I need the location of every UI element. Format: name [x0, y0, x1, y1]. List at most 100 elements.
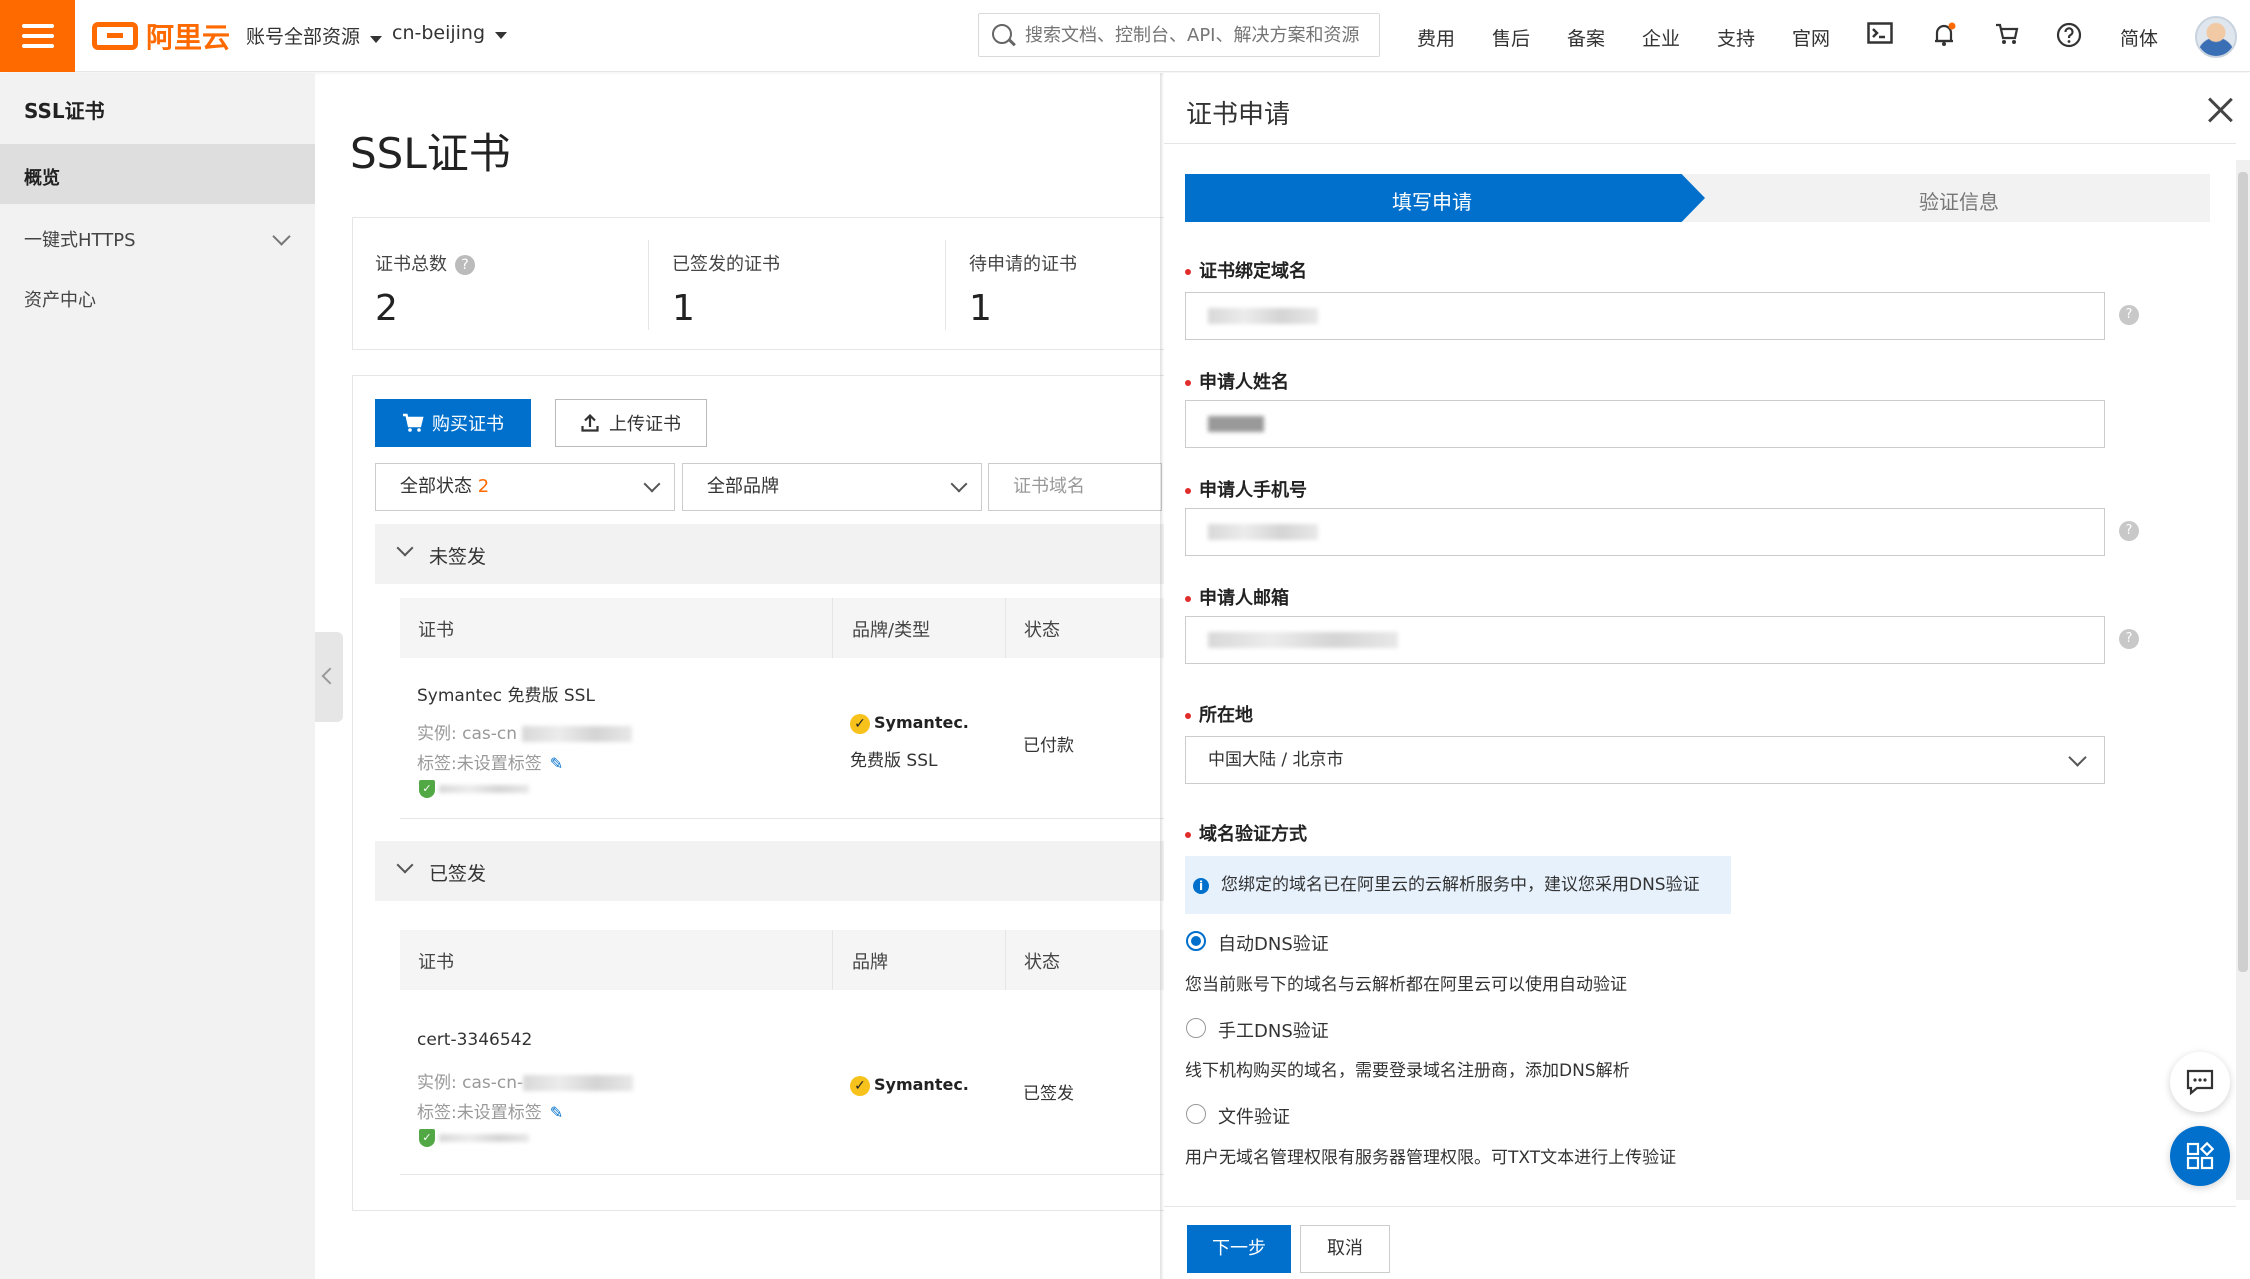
radio-label[interactable]: 手工DNS验证	[1218, 1017, 1329, 1043]
field-label: 域名验证方式	[1185, 820, 1307, 846]
chevron-down-icon	[2068, 748, 2087, 767]
divider	[400, 1174, 1180, 1175]
stat-issued: 已签发的证书 1	[672, 250, 780, 329]
field-label: 申请人姓名	[1185, 368, 1289, 394]
column-header: 品牌/类型	[852, 620, 931, 641]
brand-type: 免费版 SSL	[850, 751, 938, 771]
status-filter-select[interactable]: 全部状态 2	[375, 463, 675, 511]
edit-pencil-icon[interactable]: ✎	[550, 754, 563, 773]
radio-auto-dns[interactable]	[1186, 931, 1206, 951]
group-unissued-header[interactable]: 未签发	[375, 524, 1175, 584]
cancel-button[interactable]: 取消	[1300, 1225, 1390, 1273]
check-badge-icon: ✓	[850, 1076, 870, 1096]
nav-support[interactable]: 支持	[1717, 24, 1755, 51]
terminal-icon[interactable]	[1866, 22, 1894, 50]
nav-icp[interactable]: 备案	[1567, 24, 1605, 51]
divider	[832, 930, 833, 990]
cart-icon[interactable]	[1993, 22, 2021, 50]
question-icon[interactable]: ?	[2119, 305, 2139, 325]
group-issued-header[interactable]: 已签发	[375, 841, 1175, 901]
instance-label: 实例: cas-cn	[417, 724, 518, 744]
question-icon[interactable]: ?	[455, 255, 475, 275]
radio-manual-dns[interactable]	[1186, 1018, 1206, 1038]
sidebar-title: SSL证书	[24, 99, 105, 123]
cart-icon	[403, 413, 424, 432]
radio-label[interactable]: 自动DNS验证	[1218, 930, 1329, 956]
upload-certificate-button[interactable]: 上传证书	[555, 399, 707, 447]
chat-icon[interactable]	[2170, 1052, 2230, 1112]
applicant-phone-input[interactable]	[1185, 508, 2105, 556]
field-label: 证书绑定域名	[1185, 257, 1307, 283]
column-header: 状态	[1024, 952, 1060, 973]
chevron-down-icon	[643, 475, 661, 493]
group-title: 已签发	[429, 863, 487, 885]
aliyun-logo[interactable]: 阿里云	[92, 18, 230, 54]
help-icon[interactable]	[2055, 22, 2083, 50]
dns-tip-alert: 您绑定的域名已在阿里云的云解析服务中，建议您采用DNS验证	[1185, 856, 1731, 914]
stats-panel	[352, 217, 1252, 350]
nav-after-sales[interactable]: 售后	[1492, 24, 1530, 51]
group-title: 未签发	[429, 546, 487, 568]
tags-label: 标签:未设置标签	[417, 1103, 542, 1123]
chevron-down-icon	[396, 539, 414, 557]
cert-tags: 标签:未设置标签 ✎	[417, 749, 563, 774]
close-icon[interactable]	[2206, 96, 2234, 124]
radio-file-verify[interactable]	[1186, 1104, 1206, 1124]
stat-value: 1	[969, 288, 992, 329]
applicant-email-input[interactable]	[1185, 616, 2105, 664]
domain-status: ✓	[419, 780, 530, 798]
language-switch[interactable]: 简体	[2120, 24, 2158, 51]
divider	[945, 240, 946, 330]
search-input[interactable]	[978, 13, 1380, 57]
symantec-brand: ✓ Symantec.	[850, 1075, 969, 1096]
shield-check-icon: ✓	[419, 1129, 435, 1147]
sidebar-collapse-handle[interactable]	[315, 632, 343, 722]
hamburger-menu-icon[interactable]	[0, 0, 75, 72]
table-header: 证书 品牌/类型 状态	[400, 598, 1180, 658]
question-icon[interactable]: ?	[2119, 521, 2139, 541]
account-label: 账号全部资源	[246, 26, 361, 48]
buy-certificate-button[interactable]: 购买证书	[375, 399, 531, 447]
stat-total: 证书总数? 2	[375, 250, 475, 329]
symantec-brand: ✓ Symantec.	[850, 713, 969, 734]
button-label: 购买证书	[432, 414, 504, 435]
location-select[interactable]: 中国大陆 / 北京市	[1185, 736, 2105, 784]
radio-label[interactable]: 文件验证	[1218, 1103, 1290, 1129]
apps-grid-icon[interactable]	[2170, 1126, 2230, 1186]
account-resources-dropdown[interactable]: 账号全部资源	[246, 22, 383, 49]
button-label: 上传证书	[609, 414, 681, 435]
sidebar-item-overview[interactable]: 概览	[0, 144, 315, 204]
user-avatar[interactable]	[2195, 16, 2237, 58]
domain-input[interactable]	[1185, 292, 2105, 340]
sidebar-item-asset-center[interactable]: 资产中心	[24, 286, 96, 312]
instance-label: 实例: cas-cn-	[417, 1073, 524, 1093]
region-dropdown[interactable]: cn-beijing	[392, 22, 508, 44]
nav-enterprise[interactable]: 企业	[1642, 24, 1680, 51]
sidebar-item-one-click-https[interactable]: 一键式HTTPS	[24, 226, 136, 252]
domain-search-input[interactable]: 证书域名	[988, 463, 1162, 511]
caret-down-icon	[495, 32, 508, 39]
question-icon[interactable]: ?	[2119, 629, 2139, 649]
certificate-application-drawer	[1164, 73, 2250, 1279]
redacted-value	[523, 1075, 634, 1091]
scrollbar-thumb[interactable]	[2238, 172, 2248, 972]
select-value: 全部状态	[400, 476, 472, 497]
redacted-value	[439, 1134, 530, 1142]
logo-text: 阿里云	[146, 21, 231, 54]
applicant-name-input[interactable]	[1185, 400, 2105, 448]
redacted-value	[522, 726, 633, 742]
redacted-value	[439, 785, 530, 793]
redacted-value	[1208, 308, 1318, 324]
step-label: 验证信息	[1919, 190, 1999, 214]
brand-filter-select[interactable]: 全部品牌	[682, 463, 982, 511]
edit-pencil-icon[interactable]: ✎	[550, 1103, 563, 1122]
redacted-value	[1208, 632, 1398, 648]
divider	[648, 240, 649, 330]
nav-official-site[interactable]: 官网	[1792, 24, 1830, 51]
notification-bell-icon[interactable]	[1930, 22, 1958, 50]
input-placeholder: 证书域名	[1013, 476, 1085, 497]
next-step-button[interactable]: 下一步	[1187, 1225, 1291, 1273]
status-text: 已签发	[1023, 1084, 1074, 1104]
redacted-value	[1208, 524, 1318, 540]
nav-billing[interactable]: 费用	[1417, 24, 1455, 51]
